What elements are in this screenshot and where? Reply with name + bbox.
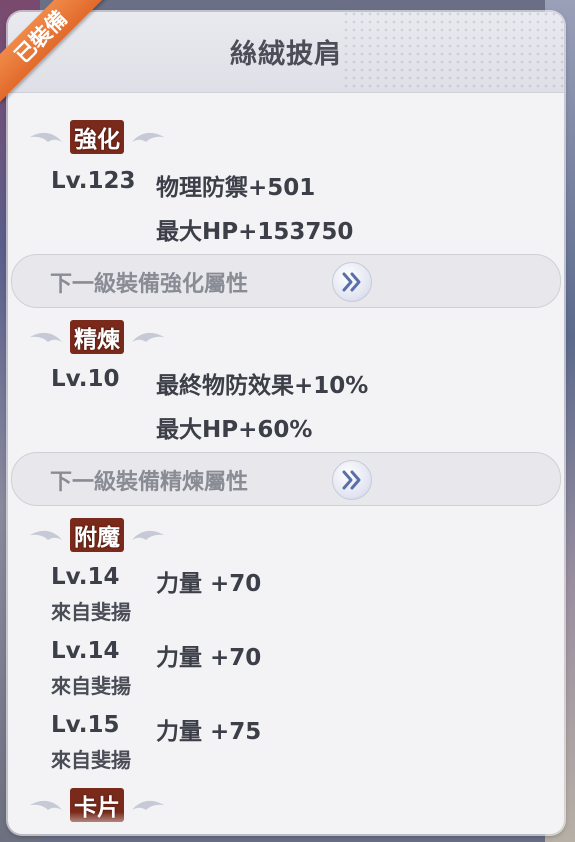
bottom-fade	[8, 812, 564, 834]
wing-icon	[132, 332, 164, 342]
next-enhance-button[interactable]	[332, 262, 372, 302]
enchant-stat: 力量 +75	[156, 719, 262, 745]
panel-title: 絲絨披肩	[230, 39, 342, 70]
double-chevron-right-icon	[342, 470, 361, 490]
enchant-source: 來自斐揚	[51, 674, 131, 698]
next-enhance-bar[interactable]: 下一級裝備強化屬性	[11, 254, 561, 308]
enhance-stat: 最大HP+153750	[156, 219, 354, 245]
enchant-source: 來自斐揚	[51, 748, 131, 772]
section-title-refine: 精煉	[70, 320, 124, 354]
enchant-stat: 力量 +70	[156, 571, 262, 597]
enchant-stat: 力量 +70	[156, 645, 262, 671]
refine-stat: 最大HP+60%	[156, 417, 313, 443]
title-bar: 絲絨披肩	[8, 12, 564, 93]
next-refine-bar[interactable]: 下一級裝備精煉屬性	[11, 452, 561, 506]
refine-stat: 最終物防效果+10%	[156, 373, 369, 399]
enchant-source: 來自斐揚	[51, 600, 131, 624]
enhance-stat: 物理防禦+501	[156, 175, 316, 201]
refine-level: Lv.10	[51, 366, 120, 392]
next-refine-button[interactable]	[332, 460, 372, 500]
next-enhance-label: 下一級裝備強化屬性	[50, 272, 249, 297]
wing-icon	[30, 332, 62, 342]
equipment-detail-panel: 絲絨披肩 強化 Lv.123 物理防禦+501 最大HP+153750 下一級裝…	[8, 12, 564, 834]
enchant-level: Lv.14	[51, 564, 120, 590]
enhance-level: Lv.123	[51, 168, 136, 194]
enchant-level: Lv.15	[51, 712, 120, 738]
section-header-enchant: 附魔	[28, 518, 166, 552]
section-title-enchant: 附魔	[70, 518, 124, 552]
double-chevron-right-icon	[342, 272, 361, 292]
section-title-enhance: 強化	[70, 120, 124, 154]
wing-icon	[30, 530, 62, 540]
section-header-refine: 精煉	[28, 320, 166, 354]
wing-icon	[132, 530, 164, 540]
wing-icon	[30, 132, 62, 142]
wing-icon	[132, 132, 164, 142]
enchant-level: Lv.14	[51, 638, 120, 664]
next-refine-label: 下一級裝備精煉屬性	[50, 470, 249, 495]
scroll-content[interactable]: 強化 Lv.123 物理防禦+501 最大HP+153750 下一級裝備強化屬性…	[8, 94, 564, 834]
section-header-enhance: 強化	[28, 120, 166, 154]
